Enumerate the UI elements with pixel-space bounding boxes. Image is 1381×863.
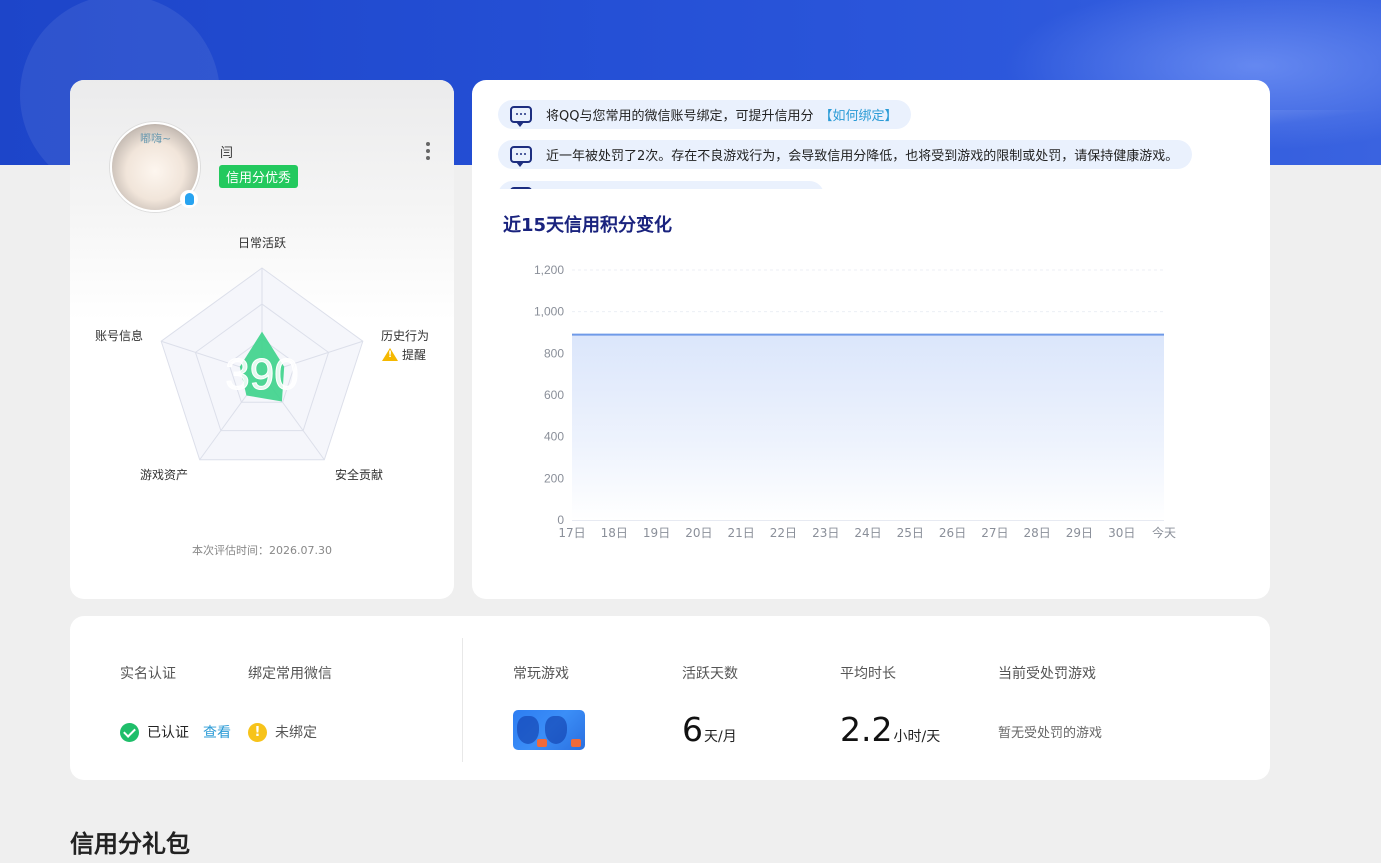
active-days-label: 活跃天数 — [682, 666, 738, 682]
x-tick-label: 21日 — [728, 526, 755, 540]
y-tick-label: 600 — [544, 388, 564, 402]
message-icon — [510, 106, 532, 127]
warning-icon — [382, 348, 398, 361]
wechat-bind-label: 绑定常用微信 — [248, 666, 332, 682]
gift-pack-title: 信用分礼包 — [70, 830, 190, 858]
wechat-bind-status[interactable]: ! 未绑定 — [248, 722, 317, 742]
avg-time-label: 平均时长 — [840, 666, 896, 682]
y-tick-label: 200 — [544, 471, 564, 485]
view-link[interactable]: 查看 — [203, 722, 231, 742]
x-tick-label: 20日 — [685, 526, 712, 540]
radar-score: 390 — [225, 350, 298, 399]
notice-text: 近一年被处罚了2次。存在不良游戏行为，会导致信用分降低，也将受到游戏的限制或处罚… — [546, 149, 1179, 164]
notice-scroll-peek[interactable] — [498, 181, 824, 189]
stats-divider — [462, 638, 463, 762]
credit-chart-card: 将QQ与您常用的微信账号绑定，可提升信用分 【如何绑定】 近一年被处罚了2次。存… — [472, 80, 1270, 599]
x-tick-label: 22日 — [770, 526, 797, 540]
radar-chart: 390 — [160, 267, 364, 461]
real-name-status: 已认证 查看 — [120, 722, 231, 742]
x-tick-label: 17日 — [558, 526, 585, 540]
x-tick-label: 28日 — [1024, 526, 1051, 540]
active-days-number: 6 — [682, 710, 703, 749]
y-tick-label: 400 — [544, 430, 564, 444]
message-icon — [510, 187, 532, 189]
x-tick-label: 25日 — [897, 526, 924, 540]
profile-card: 嘟嗨~ 闫 信用分优秀 390 日常活跃 历史行为 提醒 安全贡献 游戏资产 账… — [70, 80, 454, 599]
radar-label-history: 历史行为 — [381, 329, 430, 343]
avg-time-number: 2.2 — [840, 710, 893, 749]
evaluation-time: 本次评估时间：2026.07.30 — [192, 544, 332, 557]
real-name-label: 实名认证 — [120, 666, 176, 682]
message-icon — [510, 146, 532, 167]
x-tick-label: 29日 — [1066, 526, 1093, 540]
notice-penalty: 近一年被处罚了2次。存在不良游戏行为，会导致信用分降低，也将受到游戏的限制或处罚… — [498, 140, 1193, 169]
y-tick-label: 800 — [544, 346, 564, 360]
punished-games-value: 暂无受处罚的游戏 — [998, 726, 1103, 741]
x-tick-label: 27日 — [981, 526, 1008, 540]
notice-text: 将QQ与您常用的微信账号绑定，可提升信用分 — [546, 109, 814, 124]
x-tick-label: 今天 — [1152, 525, 1176, 540]
avg-time-unit: 小时/天 — [893, 729, 941, 745]
active-days-value: 6 天/月 — [682, 710, 737, 749]
y-tick-label: 1,200 — [534, 263, 564, 277]
history-warning[interactable]: 提醒 — [382, 346, 426, 363]
notice-bind-wechat: 将QQ与您常用的微信账号绑定，可提升信用分 【如何绑定】 — [498, 100, 912, 129]
avg-time-value: 2.2 小时/天 — [840, 710, 940, 749]
account-stats-card: 实名认证 绑定常用微信 已认证 查看 ! 未绑定 常玩游戏 活跃天数 平均时长 … — [70, 616, 1270, 780]
radar-label-account: 账号信息 — [95, 329, 144, 343]
chart-area-fill — [572, 334, 1164, 520]
punished-games-label: 当前受处罚游戏 — [998, 666, 1096, 682]
credit-line-chart: 0 200 400 600 800 1,000 1,200 17日 18日 19日 20日 21日 2… — [534, 263, 1176, 540]
chart-title: 近15天信用积分变化 — [503, 215, 673, 236]
history-warning-text: 提醒 — [402, 348, 427, 362]
game-icon[interactable] — [513, 710, 585, 750]
x-tick-label: 19日 — [643, 526, 670, 540]
unbound-text: 未绑定 — [275, 725, 317, 741]
active-days-unit: 天/月 — [704, 729, 737, 745]
frequent-games-label: 常玩游戏 — [513, 666, 569, 682]
notice-partial — [498, 181, 824, 189]
how-to-bind-link[interactable]: 【如何绑定】 — [819, 105, 897, 124]
y-tick-label: 0 — [557, 513, 564, 527]
radar-label-security: 安全贡献 — [335, 468, 384, 482]
radar-label-assets: 游戏资产 — [140, 468, 189, 482]
x-tick-label: 30日 — [1108, 526, 1135, 540]
x-tick-label: 23日 — [812, 526, 839, 540]
x-tick-label: 24日 — [854, 526, 881, 540]
alert-circle-icon: ! — [248, 722, 267, 742]
y-tick-label: 1,000 — [534, 305, 564, 319]
x-tick-label: 18日 — [601, 526, 628, 540]
check-circle-icon — [120, 722, 139, 742]
verified-text: 已认证 — [147, 725, 189, 741]
radar-label-daily-active: 日常活跃 — [238, 236, 287, 250]
x-tick-label: 26日 — [939, 526, 966, 540]
